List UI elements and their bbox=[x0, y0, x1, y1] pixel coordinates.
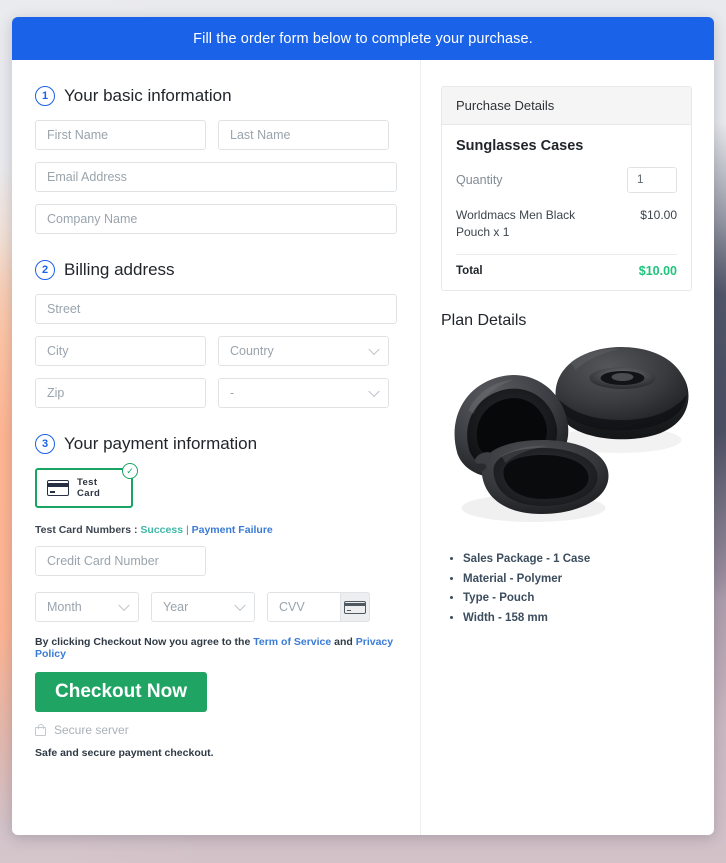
test-card-numbers-prefix: Test Card Numbers : bbox=[35, 524, 138, 536]
line-item-row: Worldmacs Men Black Pouch x 1 $10.00 bbox=[456, 207, 677, 242]
list-item: Material - Polymer bbox=[463, 570, 692, 590]
banner-text: Fill the order form below to complete yo… bbox=[193, 30, 533, 47]
quantity-label: Quantity bbox=[456, 173, 503, 187]
test-card-payment-option[interactable]: Test Card ✓ bbox=[35, 463, 138, 508]
step-number-2: 2 bbox=[35, 260, 55, 280]
term-of-service-link[interactable]: Term of Service bbox=[253, 636, 331, 648]
plan-details-title: Plan Details bbox=[441, 311, 527, 329]
checkout-body: 1 Your basic information First Name Last… bbox=[12, 60, 714, 835]
expiry-month-value: Month bbox=[47, 600, 82, 614]
terms-prefix: By clicking Checkout Now you agree to th… bbox=[35, 636, 251, 648]
line-item-description: Worldmacs Men Black Pouch x 1 bbox=[456, 208, 576, 240]
expiry-year-value: Year bbox=[163, 600, 189, 614]
chevron-down-icon bbox=[118, 599, 130, 612]
step-number-3: 3 bbox=[35, 434, 55, 454]
step-heading-billing-address: 2 Billing address bbox=[35, 260, 397, 280]
test-numbers-separator: | bbox=[185, 524, 189, 536]
step-heading-basic-information: 1 Your basic information bbox=[35, 86, 397, 106]
lock-icon bbox=[35, 724, 46, 736]
expiry-cvv-row: Month Year CVV bbox=[35, 592, 397, 622]
list-item: Type - Pouch bbox=[463, 589, 692, 609]
expiry-year-select[interactable]: Year bbox=[151, 592, 255, 622]
street-row: Street bbox=[35, 294, 397, 324]
expiry-month-select[interactable]: Month bbox=[35, 592, 139, 622]
chevron-down-icon bbox=[368, 385, 380, 398]
purchase-details-header: Purchase Details bbox=[442, 87, 691, 125]
street-input[interactable]: Street bbox=[35, 294, 397, 324]
step-number-1: 1 bbox=[35, 86, 55, 106]
country-select[interactable]: Country bbox=[218, 336, 389, 366]
payment-failure-test-number-link[interactable]: Payment Failure bbox=[192, 524, 273, 536]
step-heading-payment-information: 3 Your payment information bbox=[35, 434, 397, 454]
summary-divider bbox=[456, 253, 677, 255]
quantity-input[interactable]: 1 bbox=[627, 167, 677, 193]
purchase-details-panel: Purchase Details Sunglasses Cases Quanti… bbox=[441, 86, 692, 291]
state-select-value: - bbox=[230, 386, 235, 400]
secure-server-note: Secure server bbox=[35, 723, 397, 737]
country-select-value: Country bbox=[230, 344, 274, 358]
company-row: Company Name bbox=[35, 204, 397, 234]
checkout-now-button[interactable]: Checkout Now bbox=[35, 672, 207, 712]
state-select[interactable]: - bbox=[218, 378, 389, 408]
email-row: Email Address bbox=[35, 162, 397, 192]
purchase-details-body: Sunglasses Cases Quantity 1 Worldmacs Me… bbox=[442, 125, 691, 290]
checkout-footnote: Safe and secure payment checkout. bbox=[35, 747, 214, 759]
chevron-down-icon bbox=[234, 599, 246, 612]
total-row: Total $10.00 bbox=[456, 264, 677, 278]
step-title-1: Your basic information bbox=[64, 86, 232, 105]
chevron-down-icon bbox=[368, 343, 380, 356]
sunglasses-cases-illustration bbox=[454, 346, 689, 522]
terms-agreement-text: By clicking Checkout Now you agree to th… bbox=[35, 636, 397, 660]
success-test-number-link[interactable]: Success bbox=[140, 524, 183, 536]
total-value: $10.00 bbox=[638, 263, 677, 278]
cvv-field-group: CVV bbox=[267, 592, 370, 622]
total-label: Total bbox=[456, 264, 483, 277]
list-item: Sales Package - 1 Case bbox=[463, 550, 692, 570]
step-title-3: Your payment information bbox=[64, 434, 258, 453]
order-form-column: 1 Your basic information First Name Last… bbox=[12, 60, 421, 835]
credit-card-number-input[interactable]: Credit Card Number bbox=[35, 546, 206, 576]
checkout-card: Fill the order form below to complete yo… bbox=[12, 17, 714, 835]
terms-and: and bbox=[334, 636, 353, 648]
last-name-input[interactable]: Last Name bbox=[218, 120, 389, 150]
closed-case bbox=[555, 346, 689, 440]
plan-bullet-list: Sales Package - 1 Case Material - Polyme… bbox=[441, 550, 692, 629]
credit-card-icon bbox=[344, 600, 366, 614]
quantity-row: Quantity 1 bbox=[456, 167, 677, 193]
email-input[interactable]: Email Address bbox=[35, 162, 397, 192]
name-row: First Name Last Name bbox=[35, 120, 397, 150]
credit-card-icon bbox=[47, 480, 69, 496]
test-card-numbers-line: Test Card Numbers : Success | Payment Fa… bbox=[35, 524, 397, 536]
product-name: Sunglasses Cases bbox=[456, 138, 584, 154]
city-country-row: City Country bbox=[35, 336, 397, 366]
list-item: Width - 158 mm bbox=[463, 609, 692, 629]
check-circle-icon: ✓ bbox=[122, 463, 138, 479]
first-name-input[interactable]: First Name bbox=[35, 120, 206, 150]
zip-input[interactable]: Zip bbox=[35, 378, 206, 408]
card-number-row: Credit Card Number bbox=[35, 546, 397, 576]
product-image bbox=[441, 336, 692, 544]
purchase-summary-column: Purchase Details Sunglasses Cases Quanti… bbox=[421, 60, 714, 835]
company-name-input[interactable]: Company Name bbox=[35, 204, 397, 234]
city-input[interactable]: City bbox=[35, 336, 206, 366]
instruction-banner: Fill the order form below to complete yo… bbox=[12, 17, 714, 60]
secure-server-label: Secure server bbox=[54, 723, 129, 737]
zip-state-row: Zip - bbox=[35, 378, 397, 408]
step-title-2: Billing address bbox=[64, 260, 175, 279]
line-item-price: $10.00 bbox=[640, 208, 677, 222]
cvv-help-button[interactable] bbox=[340, 592, 370, 622]
test-card-label: Test Card bbox=[77, 477, 101, 499]
